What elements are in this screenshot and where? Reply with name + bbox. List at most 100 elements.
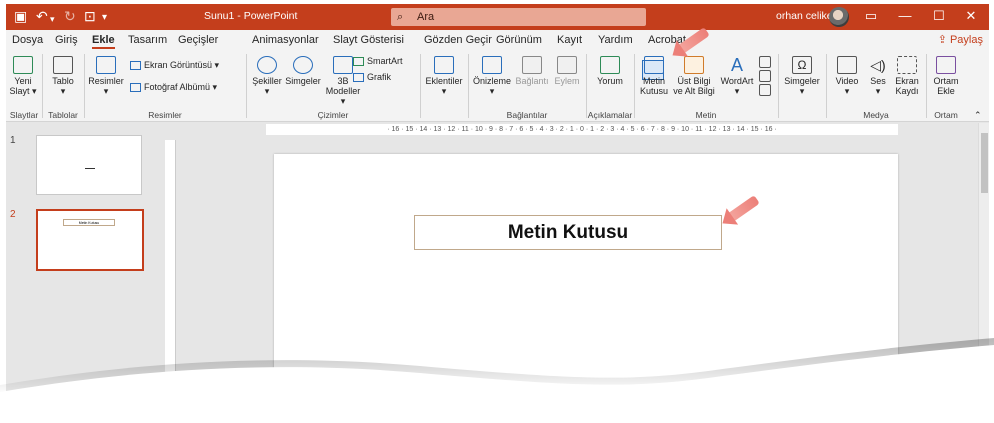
icons-icon xyxy=(293,56,313,74)
tab-kayit[interactable]: Kayıt xyxy=(557,34,582,46)
chart-label: Grafik xyxy=(367,72,392,82)
title-bar: ▣ ↶ ▾ ↻ ⊡ ▾ Sunu1 - PowerPoint ⌕ Ara orha… xyxy=(6,4,989,30)
object-icon xyxy=(759,84,771,96)
zoom-label: Önizleme xyxy=(472,76,511,86)
separator xyxy=(42,54,43,118)
smartart-button[interactable]: SmartArt xyxy=(353,56,403,67)
shapes-button[interactable]: Şekiller ▾ xyxy=(250,56,284,96)
tab-gorunum[interactable]: Görünüm xyxy=(496,34,542,46)
wordart-icon: A xyxy=(730,55,743,75)
group-label-images: Resimler xyxy=(148,110,182,120)
speaker-icon: ◁) xyxy=(870,57,886,73)
slide-number-icon xyxy=(759,70,771,82)
collapse-ribbon-icon[interactable]: ⌃ xyxy=(974,110,982,121)
slide-thumbnail-1[interactable] xyxy=(36,135,142,195)
new-slide-button[interactable]: Yeni Slayt ▾ xyxy=(8,56,38,96)
horizontal-ruler: · 16 · 15 · 14 · 13 · 12 · 11 · 10 · 9 ·… xyxy=(266,124,898,135)
share-button[interactable]: ⇪ Paylaş xyxy=(938,33,983,46)
tab-ekle[interactable]: Ekle xyxy=(92,34,115,49)
insert-media-label-2: Ekle xyxy=(937,86,955,96)
pictures-button[interactable]: Resimler ▾ xyxy=(88,56,124,96)
separator xyxy=(926,54,927,118)
save-icon[interactable]: ▣ xyxy=(14,8,27,24)
omega-icon: Ω xyxy=(792,56,812,74)
video-label: Video xyxy=(835,76,859,86)
wordart-button[interactable]: A WordArt ▾ xyxy=(718,56,756,96)
tab-yardim[interactable]: Yardım xyxy=(598,34,633,46)
slide-canvas[interactable]: Metin Kutusu xyxy=(274,154,898,416)
ribbon-display-options-icon[interactable]: ▭ xyxy=(856,8,886,24)
search-icon: ⌕ xyxy=(397,11,404,23)
screen-recording-label: Ekran xyxy=(895,76,919,86)
text-box-button[interactable]: Metin Kutusu xyxy=(638,56,670,96)
symbols-button[interactable]: Ω Simgeler ▾ xyxy=(782,56,822,96)
pictures-label: Resimler xyxy=(88,76,124,86)
redo-icon[interactable]: ↻ xyxy=(64,8,76,24)
customize-quick-access-icon[interactable]: ▾ xyxy=(102,10,107,26)
tab-animasyonlar[interactable]: Animasyonlar xyxy=(252,34,319,46)
group-label-tables: Tablolar xyxy=(48,110,78,120)
link-button[interactable]: Bağlantı xyxy=(512,56,552,86)
link-label: Bağlantı xyxy=(515,76,549,86)
ribbon: Yeni Slayt ▾ Tablo ▾ Resimler ▾ Ekran Görü… xyxy=(6,50,989,122)
zoom-button[interactable]: Önizleme ▾ xyxy=(472,56,512,96)
action-icon xyxy=(557,56,577,74)
comment-label: Yorum xyxy=(597,76,623,86)
tab-dosya[interactable]: Dosya xyxy=(12,34,43,46)
action-button[interactable]: Eylem xyxy=(552,56,582,86)
share-label: Paylaş xyxy=(949,34,983,46)
share-icon: ⇪ xyxy=(937,34,950,46)
photo-album-button[interactable]: Fotoğraf Albümü ▾ xyxy=(130,82,217,93)
slide-thumbnails-pane: 1 2 Metin Kutusu xyxy=(6,123,158,416)
audio-button[interactable]: ◁) Ses ▾ xyxy=(864,56,892,96)
vertical-scrollbar[interactable] xyxy=(978,123,989,416)
video-button[interactable]: Video ▾ xyxy=(830,56,864,96)
close-icon[interactable]: ✕ xyxy=(956,8,986,24)
group-label-links: Bağlantılar xyxy=(506,110,548,120)
start-presentation-icon[interactable]: ⊡ xyxy=(84,8,96,24)
photo-album-icon xyxy=(130,83,141,93)
chart-button[interactable]: Grafik xyxy=(353,72,392,83)
group-label-text: Metin xyxy=(695,110,717,120)
screenshot-button[interactable]: Ekran Görüntüsü ▾ xyxy=(130,60,219,71)
text-box-label: Metin xyxy=(642,76,665,86)
search-box[interactable]: ⌕ Ara xyxy=(391,8,646,26)
tab-gozden-gecir[interactable]: Gözden Geçir xyxy=(424,34,492,46)
action-label: Eylem xyxy=(554,76,580,86)
comment-button[interactable]: Yorum xyxy=(590,56,630,86)
search-placeholder: Ara xyxy=(417,11,435,23)
new-slide-label: Yeni Slayt xyxy=(9,76,32,96)
addins-button[interactable]: Eklentiler ▾ xyxy=(424,56,464,96)
minimize-icon[interactable]: — xyxy=(890,8,920,23)
tab-giris[interactable]: Giriş xyxy=(55,34,78,46)
avatar[interactable] xyxy=(829,7,849,27)
audio-label: Ses xyxy=(870,76,886,86)
maximize-icon[interactable]: ☐ xyxy=(924,8,954,24)
undo-dropdown-icon[interactable]: ▾ xyxy=(50,11,55,27)
tab-slayt-gosterisi[interactable]: Slayt Gösterisi xyxy=(333,34,404,46)
text-box-label-2: Kutusu xyxy=(639,86,669,96)
chart-icon xyxy=(353,73,364,83)
separator xyxy=(634,54,635,118)
scrollbar-thumb[interactable] xyxy=(981,133,988,193)
text-small-buttons[interactable] xyxy=(758,56,772,98)
slide-text-box[interactable]: Metin Kutusu xyxy=(414,215,722,250)
comment-icon xyxy=(600,56,620,74)
insert-media-button[interactable]: Ortam Ekle xyxy=(930,56,962,96)
group-label-insert-media: Ortam xyxy=(934,110,958,120)
tab-tasarim[interactable]: Tasarım xyxy=(128,34,167,46)
addins-label: Eklentiler xyxy=(425,76,463,86)
insert-media-label: Ortam xyxy=(933,76,959,86)
icons-button[interactable]: Simgeler xyxy=(284,56,322,86)
vertical-ruler xyxy=(165,140,176,416)
photo-album-label: Fotoğraf Albümü xyxy=(144,82,211,92)
separator xyxy=(468,54,469,118)
table-button[interactable]: Tablo ▾ xyxy=(48,56,78,96)
undo-icon[interactable]: ↶ xyxy=(36,8,48,24)
3d-models-label-2: Modeller xyxy=(325,86,361,96)
slide-thumbnail-2[interactable]: Metin Kutusu xyxy=(36,209,144,271)
thumbnail-placeholder xyxy=(85,168,95,169)
screen-recording-button[interactable]: Ekran Kaydı xyxy=(892,56,922,96)
tab-gecisler[interactable]: Geçişler xyxy=(178,34,218,46)
user-name[interactable]: orhan celiker xyxy=(776,10,836,22)
